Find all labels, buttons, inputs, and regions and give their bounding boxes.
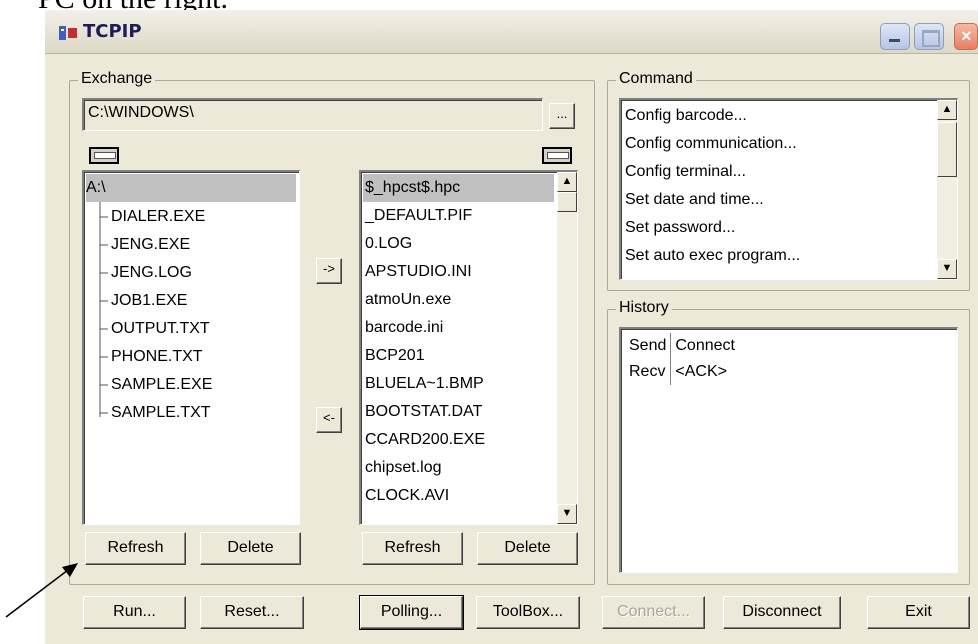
tree-item[interactable]: JENG.LOG: [111, 259, 192, 287]
right-refresh-button[interactable]: Refresh: [362, 532, 463, 565]
close-button[interactable]: ×: [954, 23, 978, 50]
command-item[interactable]: Set date and time...: [625, 186, 764, 214]
title-bar[interactable]: TCPIP ×: [45, 10, 978, 54]
history-message: Connect: [675, 337, 735, 354]
history-log[interactable]: Send Connect Recv <ACK>: [619, 327, 958, 573]
left-drive-icon[interactable]: [89, 147, 119, 164]
history-direction: Send: [625, 333, 672, 359]
exchange-group-label: Exchange: [78, 70, 156, 88]
history-direction: Recv: [625, 359, 672, 385]
scroll-thumb[interactable]: [557, 192, 577, 212]
tree-item[interactable]: JOB1.EXE: [111, 287, 187, 315]
tcpip-window: TCPIP × Exchange C:\WINDOWS\ ... A:\ DIA…: [45, 10, 978, 644]
maximize-button[interactable]: [914, 23, 944, 50]
exit-button[interactable]: Exit: [867, 596, 970, 629]
command-list-scrollbar[interactable]: ▲ ▼: [937, 100, 957, 279]
history-message: <ACK>: [675, 363, 727, 380]
app-icon: [59, 26, 77, 40]
scroll-up-icon[interactable]: ▲: [937, 100, 957, 120]
left-refresh-button[interactable]: Refresh: [85, 532, 186, 565]
remote-file-list[interactable]: $_hpcst$.hpc _DEFAULT.PIF 0.LOG APSTUDIO…: [359, 170, 578, 525]
disconnect-button[interactable]: Disconnect: [723, 596, 841, 629]
copy-to-left-button[interactable]: <-: [316, 407, 342, 433]
history-group-label: History: [616, 299, 672, 317]
local-folder-tree[interactable]: A:\ DIALER.EXE JENG.EXE JENG.LOG JOB1.EX…: [82, 170, 300, 525]
history-row: Recv <ACK>: [625, 359, 739, 385]
command-item[interactable]: Set password...: [625, 214, 735, 242]
connect-button[interactable]: Connect...: [602, 596, 705, 629]
tree-connector-lines: [99, 202, 108, 417]
command-item[interactable]: Config communication...: [625, 130, 797, 158]
tree-item[interactable]: SAMPLE.TXT: [111, 399, 211, 427]
right-delete-button[interactable]: Delete: [477, 532, 578, 565]
command-item[interactable]: Set auto exec program...: [625, 242, 800, 270]
minimize-button[interactable]: [880, 23, 910, 50]
history-table: Send Connect Recv <ACK>: [625, 333, 739, 385]
file-item[interactable]: APSTUDIO.INI: [365, 258, 472, 286]
file-item[interactable]: 0.LOG: [365, 230, 412, 258]
scroll-down-icon[interactable]: ▼: [557, 504, 577, 524]
file-item[interactable]: CLOCK.AVI: [365, 482, 449, 510]
polling-button[interactable]: Polling...: [359, 595, 464, 630]
copy-to-right-button[interactable]: ->: [316, 258, 342, 284]
file-item[interactable]: BLUELA~1.BMP: [365, 370, 484, 398]
right-drive-icon[interactable]: [542, 147, 572, 164]
history-row: Send Connect: [625, 333, 739, 359]
exchange-path-value: C:\WINDOWS\: [88, 104, 194, 121]
file-item-selected[interactable]: $_hpcst$.hpc: [363, 174, 554, 202]
file-item[interactable]: chipset.log: [365, 454, 442, 482]
tree-item[interactable]: JENG.EXE: [111, 231, 190, 259]
exchange-path-field[interactable]: C:\WINDOWS\: [82, 98, 543, 131]
scroll-down-icon[interactable]: ▼: [937, 259, 957, 279]
command-list[interactable]: Config barcode... Config communication..…: [619, 98, 958, 280]
scroll-up-icon[interactable]: ▲: [557, 172, 577, 192]
file-item[interactable]: BOOTSTAT.DAT: [365, 398, 482, 426]
file-list-scrollbar[interactable]: ▲ ▼: [557, 172, 577, 524]
reset-button[interactable]: Reset...: [200, 596, 304, 629]
file-item[interactable]: atmoUn.exe: [365, 286, 451, 314]
file-item[interactable]: barcode.ini: [365, 314, 443, 342]
file-item[interactable]: CCARD200.EXE: [365, 426, 485, 454]
command-item[interactable]: Config terminal...: [625, 158, 746, 186]
tree-item[interactable]: DIALER.EXE: [111, 203, 205, 231]
command-item[interactable]: Config barcode...: [625, 102, 747, 130]
browse-button[interactable]: ...: [549, 103, 575, 129]
scroll-thumb[interactable]: [937, 122, 957, 177]
tree-item[interactable]: OUTPUT.TXT: [111, 315, 210, 343]
file-item[interactable]: _DEFAULT.PIF: [365, 202, 472, 230]
toolbox-button[interactable]: ToolBox...: [476, 596, 580, 629]
window-title: TCPIP: [83, 21, 142, 42]
tree-item[interactable]: SAMPLE.EXE: [111, 371, 212, 399]
tree-root[interactable]: A:\: [86, 174, 296, 202]
file-item[interactable]: BCP201: [365, 342, 425, 370]
run-button[interactable]: Run...: [83, 596, 186, 629]
close-icon: ×: [961, 26, 972, 46]
tree-item[interactable]: PHONE.TXT: [111, 343, 203, 371]
left-delete-button[interactable]: Delete: [200, 532, 301, 565]
annotation-arrow: [5, 563, 78, 618]
command-group-label: Command: [616, 70, 696, 88]
